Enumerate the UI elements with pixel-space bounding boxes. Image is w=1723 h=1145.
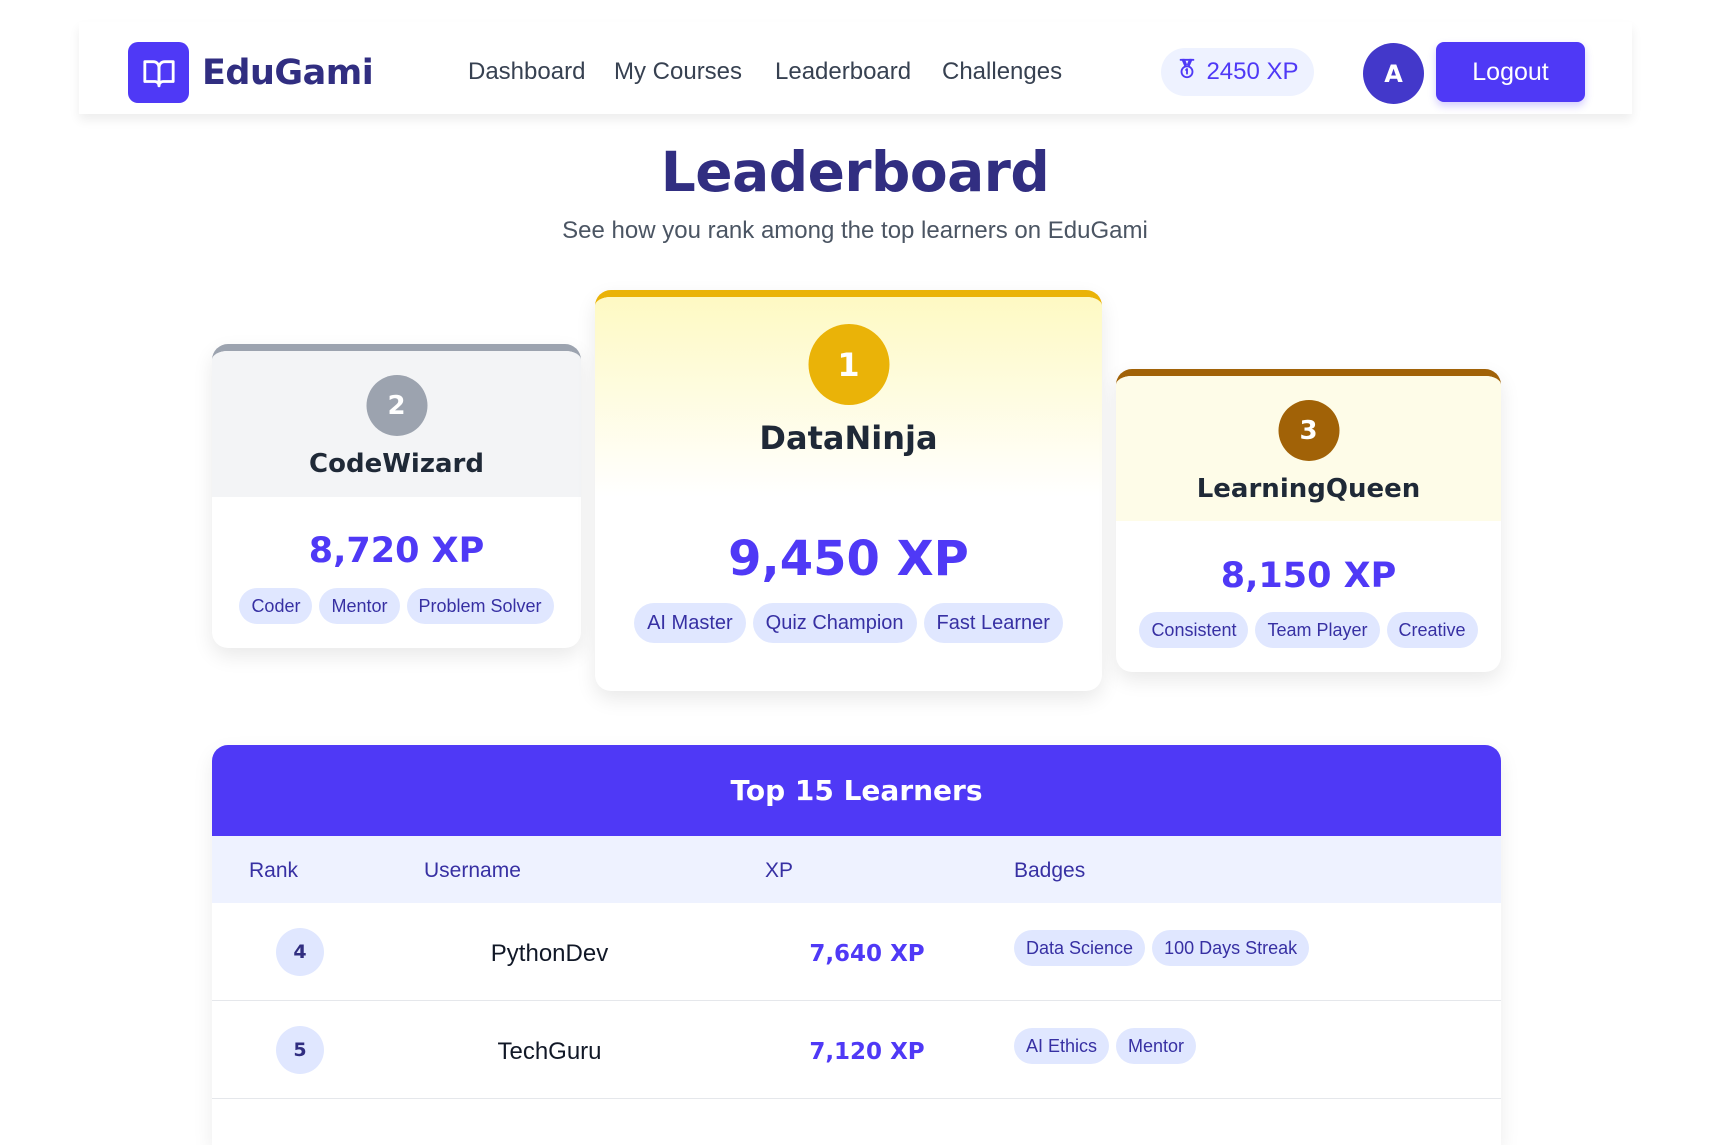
- medal-icon: [1176, 57, 1198, 88]
- badge-list: AI Ethics Mentor: [1014, 1028, 1197, 1064]
- table-title: Top 15 Learners: [212, 745, 1501, 836]
- table-row[interactable]: 5 TechGuru 7,120 XP AI Ethics Mentor: [212, 1001, 1501, 1099]
- badge: Problem Solver: [406, 588, 554, 624]
- podium-card-header: 1 DataNinja: [595, 297, 1102, 497]
- table-row[interactable]: 4 PythonDev 7,640 XP Data Science 100 Da…: [212, 903, 1501, 1001]
- rank-circle: 2: [366, 375, 427, 436]
- podium-card-header: 3 LearningQueen: [1116, 376, 1501, 521]
- page-subtitle: See how you rank among the top learners …: [562, 217, 1148, 244]
- badge: Consistent: [1139, 612, 1249, 648]
- column-header-xp: XP: [765, 859, 794, 882]
- nav-link-my-courses[interactable]: My Courses: [614, 60, 742, 84]
- row-username: TechGuru: [497, 1038, 602, 1065]
- rank-circle: 3: [1278, 400, 1339, 461]
- badge: 100 Days Streak: [1152, 930, 1310, 966]
- podium-xp: 9,450 XP: [728, 531, 969, 587]
- podium-card-first: 1 DataNinja 9,450 XP AI Master Quiz Cham…: [595, 290, 1102, 691]
- page-title: Leaderboard: [660, 140, 1050, 204]
- nav-link-leaderboard[interactable]: Leaderboard: [775, 60, 911, 84]
- podium-card-second: 2 CodeWizard 8,720 XP Coder Mentor Probl…: [212, 344, 581, 648]
- podium-username: CodeWizard: [309, 449, 484, 479]
- podium-username: DataNinja: [759, 419, 938, 457]
- badge: Quiz Champion: [752, 603, 917, 643]
- user-avatar[interactable]: A: [1363, 43, 1424, 104]
- xp-total-badge: 2450 XP: [1161, 48, 1314, 96]
- book-open-icon: [128, 42, 189, 103]
- rank-chip: 4: [276, 928, 324, 976]
- leaderboard-table: Top 15 Learners Rank Username XP Badges …: [212, 745, 1501, 1145]
- badge: Team Player: [1255, 612, 1380, 648]
- badge: Fast Learner: [923, 603, 1063, 643]
- podium-xp: 8,150 XP: [1220, 556, 1397, 596]
- badge: Coder: [239, 588, 313, 624]
- brand[interactable]: EduGami: [128, 42, 374, 103]
- badge-list: AI Master Quiz Champion Fast Learner: [595, 603, 1102, 643]
- top-navbar: EduGami Dashboard My Courses Leaderboard…: [79, 22, 1632, 114]
- badge: Data Science: [1014, 930, 1146, 966]
- podium-card-third: 3 LearningQueen 8,150 XP Consistent Team…: [1116, 369, 1501, 672]
- badge-list: Consistent Team Player Creative: [1116, 612, 1501, 648]
- podium-xp: 8,720 XP: [308, 531, 485, 571]
- row-username: PythonDev: [490, 940, 609, 967]
- badge-list: Data Science 100 Days Streak: [1014, 930, 1310, 966]
- badge: AI Ethics: [1014, 1028, 1110, 1064]
- podium-username: LearningQueen: [1196, 474, 1421, 504]
- rank-circle: 1: [808, 324, 889, 405]
- badge: AI Master: [634, 603, 746, 643]
- podium-card-header: 2 CodeWizard: [212, 351, 581, 497]
- row-xp: 7,120 XP: [809, 1039, 925, 1065]
- column-header-username: Username: [424, 859, 521, 882]
- rank-chip: 5: [276, 1026, 324, 1074]
- nav-link-dashboard[interactable]: Dashboard: [468, 60, 585, 84]
- badge: Creative: [1386, 612, 1478, 648]
- row-xp: 7,640 XP: [809, 941, 925, 967]
- badge: Mentor: [1116, 1028, 1197, 1064]
- column-header-badges: Badges: [1014, 859, 1086, 882]
- logout-button[interactable]: Logout: [1436, 42, 1585, 102]
- nav-link-challenges[interactable]: Challenges: [942, 60, 1062, 84]
- table-header: Rank Username XP Badges: [212, 836, 1501, 903]
- brand-name: EduGami: [202, 52, 374, 93]
- badge-list: Coder Mentor Problem Solver: [212, 588, 581, 624]
- column-header-rank: Rank: [249, 859, 299, 882]
- badge: Mentor: [319, 588, 400, 624]
- xp-total-label: 2450 XP: [1206, 58, 1299, 85]
